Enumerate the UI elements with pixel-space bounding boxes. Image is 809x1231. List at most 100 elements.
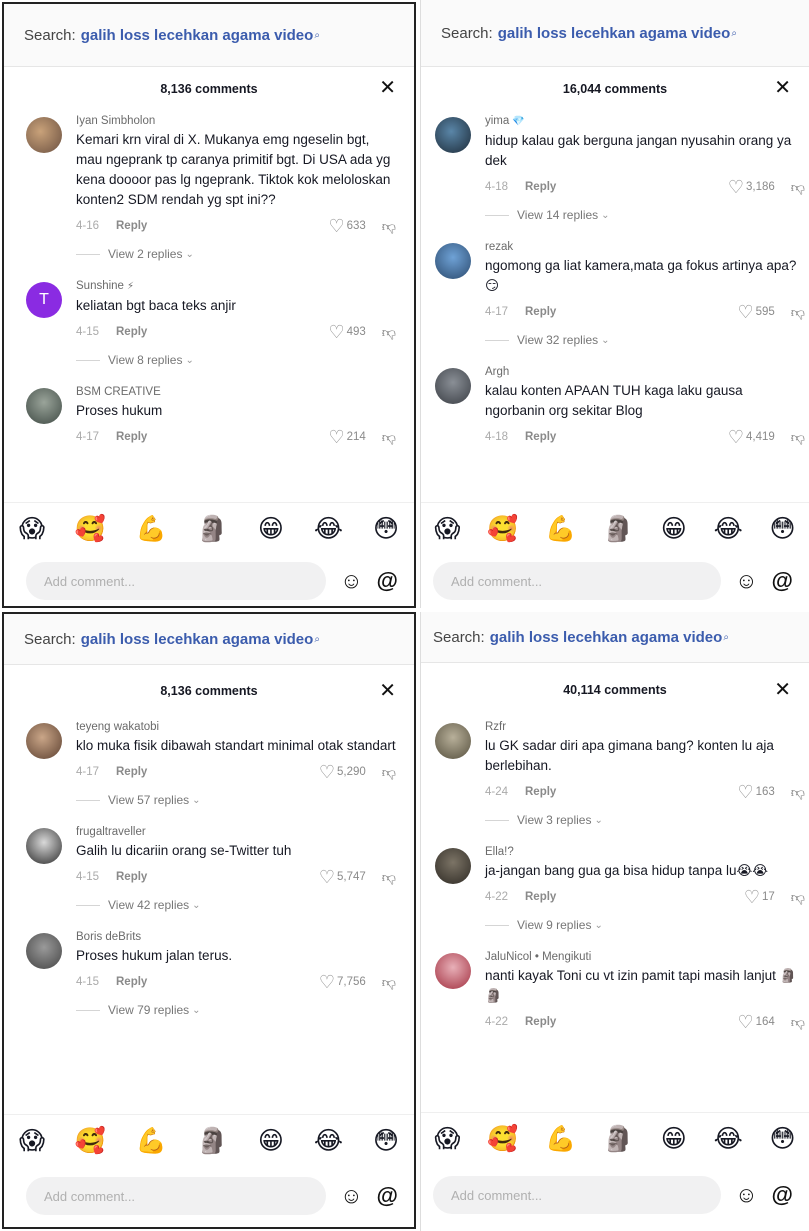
dislike-icon[interactable]: 👎︎ bbox=[791, 1014, 805, 1031]
mention-icon[interactable]: @ bbox=[377, 1183, 398, 1209]
avatar[interactable] bbox=[26, 117, 62, 153]
close-icon[interactable]: ✕ bbox=[774, 78, 791, 98]
avatar[interactable] bbox=[435, 723, 471, 759]
comment-username[interactable]: Iyan Simbholon bbox=[76, 113, 396, 129]
search-query[interactable]: galih loss lecehkan agama video bbox=[490, 629, 723, 646]
comment-username[interactable]: Ella!? bbox=[485, 844, 805, 860]
search-query[interactable]: galih loss lecehkan agama video bbox=[81, 27, 314, 44]
search-bar[interactable]: Search: galih loss lecehkan agama video … bbox=[421, 612, 809, 663]
moai-emoji-icon[interactable]: 🗿 bbox=[603, 515, 634, 544]
search-icon[interactable]: ⌕ bbox=[314, 30, 320, 41]
comment-username[interactable]: Argh bbox=[485, 364, 805, 380]
emoji-picker-icon[interactable]: ☺ bbox=[735, 568, 757, 594]
like-button[interactable]: ♡ 5,747 bbox=[319, 867, 366, 888]
mention-icon[interactable]: @ bbox=[772, 568, 793, 594]
scream-emoji-icon[interactable]: 😱 bbox=[434, 1124, 460, 1154]
like-button[interactable]: ♡ 164 bbox=[737, 1012, 774, 1033]
comment-username[interactable]: rezak bbox=[485, 239, 805, 255]
like-button[interactable]: ♡ 493 bbox=[328, 322, 365, 343]
mention-icon[interactable]: @ bbox=[772, 1182, 793, 1208]
grin-emoji-icon[interactable]: 😁 bbox=[661, 514, 687, 544]
search-query[interactable]: galih loss lecehkan agama video bbox=[498, 25, 731, 42]
comment-input[interactable] bbox=[433, 562, 722, 600]
avatar[interactable] bbox=[26, 933, 62, 969]
like-button[interactable]: ♡ 163 bbox=[737, 782, 774, 803]
reply-button[interactable]: Reply bbox=[116, 220, 147, 232]
reply-button[interactable]: Reply bbox=[525, 786, 556, 798]
view-replies-button[interactable]: View 2 replies ⌄ bbox=[76, 247, 396, 261]
emoji-picker-icon[interactable]: ☺ bbox=[340, 568, 362, 594]
search-icon[interactable]: ⌕ bbox=[723, 632, 729, 643]
flushed-emoji-icon[interactable]: 😳 bbox=[770, 514, 796, 544]
view-replies-button[interactable]: View 79 replies ⌄ bbox=[76, 1003, 396, 1017]
like-button[interactable]: ♡ 3,186 bbox=[728, 177, 775, 198]
view-replies-button[interactable]: View 42 replies ⌄ bbox=[76, 898, 396, 912]
love-face-emoji-icon[interactable]: 🥰 bbox=[75, 1127, 106, 1156]
close-icon[interactable]: ✕ bbox=[774, 680, 791, 700]
flexed-bicep-emoji-icon[interactable]: 💪 bbox=[545, 515, 576, 544]
dislike-icon[interactable]: 👎︎ bbox=[791, 179, 805, 196]
comment-username[interactable]: frugaltraveller bbox=[76, 824, 396, 840]
reply-button[interactable]: Reply bbox=[525, 891, 556, 903]
comment-input[interactable] bbox=[26, 1177, 327, 1215]
like-button[interactable]: ♡ 4,419 bbox=[728, 427, 775, 448]
comment-input[interactable] bbox=[433, 1176, 722, 1214]
comment-username[interactable]: Rzfr bbox=[485, 719, 805, 735]
reply-button[interactable]: Reply bbox=[525, 306, 556, 318]
avatar[interactable] bbox=[435, 117, 471, 153]
reply-button[interactable]: Reply bbox=[116, 431, 147, 443]
comment-username[interactable]: teyeng wakatobi bbox=[76, 719, 396, 735]
dislike-icon[interactable]: 👎︎ bbox=[382, 764, 396, 781]
grin-emoji-icon[interactable]: 😁 bbox=[258, 514, 284, 544]
comment-username[interactable]: Sunshine ⚡ bbox=[76, 278, 396, 295]
dislike-icon[interactable]: 👎︎ bbox=[791, 784, 805, 801]
love-face-emoji-icon[interactable]: 🥰 bbox=[487, 515, 518, 544]
avatar[interactable] bbox=[26, 388, 62, 424]
reply-button[interactable]: Reply bbox=[525, 1016, 556, 1028]
dislike-icon[interactable]: 👎︎ bbox=[382, 429, 396, 446]
reply-button[interactable]: Reply bbox=[116, 871, 147, 883]
moai-emoji-icon[interactable]: 🗿 bbox=[603, 1125, 634, 1154]
dislike-icon[interactable]: 👎︎ bbox=[791, 889, 805, 906]
avatar[interactable] bbox=[435, 368, 471, 404]
love-face-emoji-icon[interactable]: 🥰 bbox=[75, 515, 106, 544]
search-bar[interactable]: Search: galih loss lecehkan agama video … bbox=[4, 4, 414, 67]
comment-input[interactable] bbox=[26, 562, 327, 600]
avatar[interactable] bbox=[435, 243, 471, 279]
flexed-bicep-emoji-icon[interactable]: 💪 bbox=[545, 1125, 576, 1154]
view-replies-button[interactable]: View 14 replies ⌄ bbox=[485, 208, 805, 222]
flushed-emoji-icon[interactable]: 😳 bbox=[770, 1124, 796, 1154]
love-face-emoji-icon[interactable]: 🥰 bbox=[487, 1125, 518, 1154]
search-query[interactable]: galih loss lecehkan agama video bbox=[81, 631, 314, 648]
close-icon[interactable]: ✕ bbox=[379, 78, 396, 98]
grin-emoji-icon[interactable]: 😁 bbox=[661, 1124, 687, 1154]
mention-icon[interactable]: @ bbox=[377, 568, 398, 594]
avatar[interactable]: T bbox=[26, 282, 62, 318]
dislike-icon[interactable]: 👎︎ bbox=[382, 218, 396, 235]
emoji-picker-icon[interactable]: ☺ bbox=[735, 1182, 757, 1208]
laughing-tears-emoji-icon[interactable]: 😂 bbox=[314, 514, 343, 544]
search-icon[interactable]: ⌕ bbox=[731, 28, 737, 39]
view-replies-button[interactable]: View 9 replies ⌄ bbox=[485, 918, 805, 932]
view-replies-button[interactable]: View 8 replies ⌄ bbox=[76, 353, 396, 367]
view-replies-button[interactable]: View 3 replies ⌄ bbox=[485, 813, 805, 827]
dislike-icon[interactable]: 👎︎ bbox=[382, 869, 396, 886]
like-button[interactable]: ♡ 7,756 bbox=[319, 972, 366, 993]
search-bar[interactable]: Search: galih loss lecehkan agama video … bbox=[421, 0, 809, 67]
scream-emoji-icon[interactable]: 😱 bbox=[19, 1126, 45, 1156]
view-replies-button[interactable]: View 32 replies ⌄ bbox=[485, 333, 805, 347]
flexed-bicep-emoji-icon[interactable]: 💪 bbox=[136, 515, 167, 544]
scream-emoji-icon[interactable]: 😱 bbox=[434, 514, 460, 544]
dislike-icon[interactable]: 👎︎ bbox=[382, 974, 396, 991]
reply-button[interactable]: Reply bbox=[116, 326, 147, 338]
reply-button[interactable]: Reply bbox=[525, 431, 556, 443]
dislike-icon[interactable]: 👎︎ bbox=[382, 324, 396, 341]
emoji-picker-icon[interactable]: ☺ bbox=[340, 1183, 362, 1209]
dislike-icon[interactable]: 👎︎ bbox=[791, 429, 805, 446]
moai-emoji-icon[interactable]: 🗿 bbox=[197, 1127, 228, 1156]
like-button[interactable]: ♡ 17 bbox=[744, 887, 775, 908]
like-button[interactable]: ♡ 214 bbox=[328, 427, 365, 448]
flushed-emoji-icon[interactable]: 😳 bbox=[373, 1126, 399, 1156]
flexed-bicep-emoji-icon[interactable]: 💪 bbox=[136, 1127, 167, 1156]
laughing-tears-emoji-icon[interactable]: 😂 bbox=[714, 1124, 743, 1154]
